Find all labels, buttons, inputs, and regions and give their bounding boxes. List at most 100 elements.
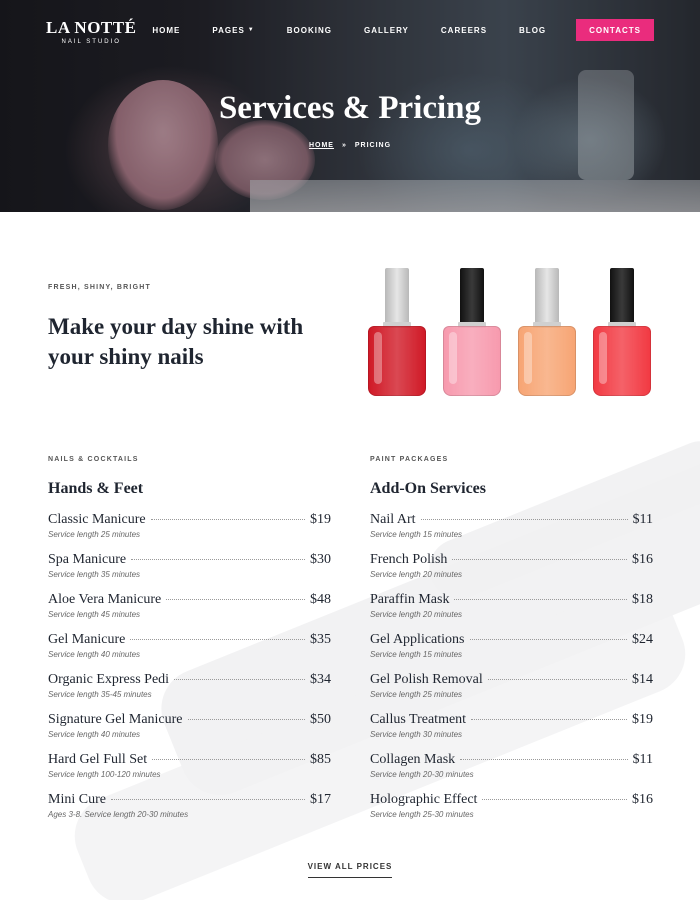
polish-bottle [366,268,428,398]
nav-blog-label: BLOG [519,25,547,35]
service-length: Service length 25-30 minutes [370,810,474,819]
nav-blog[interactable]: BLOG [519,26,546,35]
dot-leader [130,639,305,640]
price-list-item: Aloe Vera Manicure $48 Service length 45 m… [48,592,331,632]
nav-booking-label: BOOKING [286,25,332,35]
polish-cap [460,268,484,324]
price-list-eyebrow: NAILS & COCKTAILS [48,456,139,463]
service-price: $50 [310,712,331,727]
price-list-item: Spa Manicure $30 Service length 35 minutes [48,552,331,592]
price-list-item: Hard Gel Full Set $85 Service length 100-1… [48,752,331,792]
service-price: $17 [310,792,331,807]
nail-polish-bottles-image [366,268,656,400]
service-length: Service length 25 minutes [370,690,463,699]
page-title: Services & Pricing [218,90,482,126]
service-price: $30 [310,552,331,567]
polish-bottle [441,268,503,398]
price-row: Organic Express Pedi $34 [48,672,331,688]
dot-leader [460,759,628,760]
price-list-eyebrow: PAINT PACKAGES [370,456,449,463]
dot-leader [471,719,627,720]
price-row: Callus Treatment $19 [370,712,653,728]
dot-leader [482,799,627,800]
nav-careers-label: CAREERS [440,25,488,35]
service-price: $19 [632,712,653,727]
dot-leader [420,519,628,520]
view-all-prices-link[interactable]: VIEW ALL PRICES [307,862,393,878]
price-list-item: Signature Gel Manicure $50 Service length … [48,712,331,752]
polish-bottle [516,268,578,398]
service-price: $34 [310,672,331,687]
nav-careers[interactable]: CAREERS [441,26,487,35]
service-price: $85 [310,752,331,767]
dot-leader [152,759,305,760]
service-length: Service length 25 minutes [48,530,141,539]
dot-leader [454,599,627,600]
polish-shine [449,332,457,384]
dot-leader [150,519,305,520]
contacts-button[interactable]: CONTACTS [576,19,654,41]
service-name: Collagen Mask [370,752,456,767]
price-list-hands-feet: NAILS & COCKTAILS Hands & Feet Classic M… [48,456,331,832]
price-row: French Polish $16 [370,552,653,568]
polish-cap [610,268,634,324]
service-price: $24 [632,632,653,647]
service-name: Signature Gel Manicure [48,712,183,727]
main-nav: HOME PAGES ▼ BOOKING GALLERY CAREERS BLOG… [120,19,654,41]
service-name: Nail Art [370,512,416,527]
service-price: $48 [310,592,331,607]
service-price: $11 [632,512,653,527]
service-price: $35 [310,632,331,647]
nav-gallery[interactable]: GALLERY [364,26,409,35]
service-length: Service length 45 minutes [48,610,141,619]
price-list-item: Organic Express Pedi $34 Service length 35… [48,672,331,712]
service-price: $14 [632,672,653,687]
service-length: Service length 20 minutes [370,610,463,619]
price-list-item: Collagen Mask $11 Service length 20-30 min… [370,752,653,792]
service-name: Organic Express Pedi [48,672,170,687]
service-price: $16 [632,552,653,567]
price-row: Gel Manicure $35 [48,632,331,648]
service-name: Spa Manicure [48,552,127,567]
chevron-down-icon: ▼ [247,27,255,33]
polish-shine [524,332,532,384]
nav-booking[interactable]: BOOKING [287,26,332,35]
nav-gallery-label: GALLERY [363,25,409,35]
dot-leader [174,679,305,680]
service-length: Service length 40 minutes [48,730,141,739]
service-name: Gel Applications [370,632,465,647]
price-row: Holographic Effect $16 [370,792,653,808]
service-length: Service length 35 minutes [48,570,141,579]
dot-leader [452,559,627,560]
nav-home[interactable]: HOME [152,26,180,35]
dot-leader [487,679,627,680]
price-row: Nail Art $11 [370,512,653,528]
service-length: Service length 100-120 minutes [48,770,161,779]
price-row: Mini Cure $17 [48,792,331,808]
polish-bottle [591,268,653,398]
price-list-item: Gel Manicure $35 Service length 40 minutes [48,632,331,672]
price-row: Classic Manicure $19 [48,512,331,528]
polish-cap [535,268,559,324]
price-row: Hard Gel Full Set $85 [48,752,331,768]
nav-pages-label: PAGES [212,25,245,35]
breadcrumb-separator: » [341,142,347,149]
price-list-item: Callus Treatment $19 Service length 30 min… [370,712,653,752]
breadcrumb-home-link[interactable]: HOME [309,142,334,149]
service-length: Service length 15 minutes [370,530,463,539]
polish-shine [599,332,607,384]
service-length: Ages 3-8. Service length 20-30 minutes [48,810,189,819]
polish-cap [385,268,409,324]
service-name: Aloe Vera Manicure [48,592,162,607]
nav-home-label: HOME [152,25,181,35]
service-name: Hard Gel Full Set [48,752,148,767]
service-name: Holographic Effect [370,792,478,807]
dot-leader [469,639,627,640]
dot-leader [187,719,305,720]
dot-leader [110,799,305,800]
service-length: Service length 30 minutes [370,730,463,739]
price-list-title: Add-On Services [370,480,486,497]
price-row: Paraffin Mask $18 [370,592,653,608]
service-price: $16 [632,792,653,807]
nav-pages[interactable]: PAGES ▼ [212,26,254,35]
